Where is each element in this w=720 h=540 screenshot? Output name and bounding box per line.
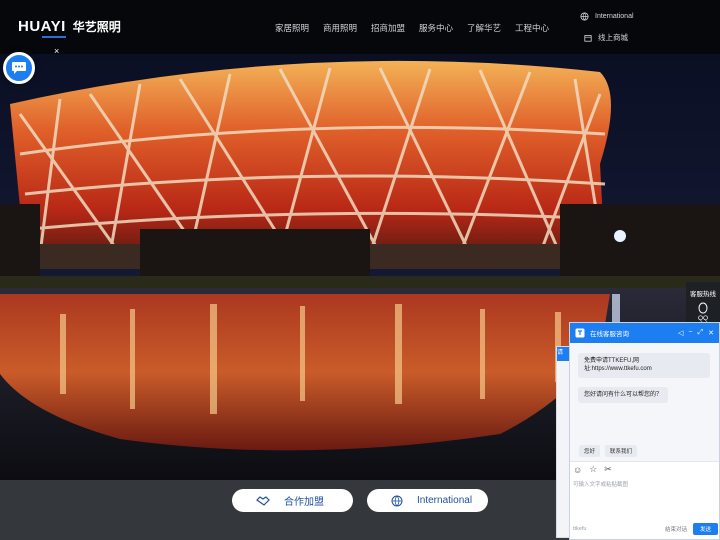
star-icon[interactable]: ☆ <box>589 464 597 475</box>
join-button[interactable]: 合作加盟 <box>232 489 353 512</box>
main-nav: 家居照明 商用照明 招商加盟 服务中心 了解华艺 工程中心 <box>268 22 556 34</box>
close-icon[interactable]: ✕ <box>708 329 714 337</box>
qq-icon <box>698 302 708 314</box>
online-shop-link[interactable]: 线上商城 <box>584 32 628 43</box>
speaker-icon[interactable]: ◁ <box>678 329 683 337</box>
welcome-message: 免费申请TTKEFU,网址:https://www.ttkefu.com <box>578 353 710 378</box>
international-label: International <box>595 13 634 20</box>
floating-chat-button[interactable] <box>3 52 35 84</box>
handshake-icon <box>256 495 270 506</box>
chat-title: 在线客服咨询 <box>590 331 629 338</box>
top-header: HUAYI 华艺照明 家居照明 商用照明 招商加盟 服务中心 了解华艺 工程中心… <box>0 0 720 54</box>
international-link[interactable]: International <box>580 12 634 21</box>
chat-window: 在线客服咨询 ◁ − ⤢ ✕ 免费申请TTKEFU,网址:https://www… <box>569 322 720 540</box>
nav-item-engineering[interactable]: 工程中心 <box>508 22 556 34</box>
greeting-message: 您好请问有什么可以帮您的？ <box>578 387 669 404</box>
scissors-icon[interactable]: ✂ <box>604 464 612 475</box>
quick-reply-hello[interactable]: 您好 <box>579 445 601 457</box>
floating-chat-close[interactable]: × <box>54 46 59 56</box>
chat-logo-icon <box>575 328 585 338</box>
hotline-label: 客服热线 <box>690 291 716 298</box>
chat-input[interactable]: 可输入文字或粘贴截图 <box>570 477 719 519</box>
qq-label: QQ <box>697 315 709 322</box>
chat-messages: 免费申请TTKEFU,网址:https://www.ttkefu.com 您好请… <box>570 343 719 461</box>
emoji-icon[interactable]: ☺ <box>573 465 582 475</box>
brand-logo[interactable]: HUAYI 华艺照明 <box>18 18 121 38</box>
nav-item-home-lighting[interactable]: 家居照明 <box>268 22 316 34</box>
popout-icon[interactable]: ⤢ <box>698 329 704 337</box>
quick-reply-contact[interactable]: 联系我们 <box>605 445 638 457</box>
international-button[interactable]: International <box>367 489 488 512</box>
quick-replies: 您好 联系我们 <box>579 445 638 457</box>
shop-icon <box>584 34 592 42</box>
globe-icon <box>391 495 403 506</box>
chat-window-back: 请 <box>556 346 571 538</box>
end-chat-button[interactable]: 结束对话 <box>665 525 687 533</box>
chat-bubble-icon <box>12 62 26 74</box>
chat-toolbar: ☺ ☆ ✂ <box>570 461 719 477</box>
page: HUAYI 华艺照明 家居照明 商用照明 招商加盟 服务中心 了解华艺 工程中心… <box>0 0 720 540</box>
online-shop-label: 线上商城 <box>598 33 628 42</box>
nav-item-commercial-lighting[interactable]: 商用照明 <box>316 22 364 34</box>
international-label: International <box>417 495 473 506</box>
chat-header: 在线客服咨询 ◁ − ⤢ ✕ <box>570 323 719 343</box>
minimize-icon[interactable]: − <box>688 329 692 337</box>
chat-footer: ttkefu 结束对话 发送 <box>570 519 720 539</box>
chat-header-controls: ◁ − ⤢ ✕ <box>678 329 714 337</box>
chat-brand: ttkefu <box>573 526 587 532</box>
nav-item-about[interactable]: 了解华艺 <box>460 22 508 34</box>
nav-item-franchise[interactable]: 招商加盟 <box>364 22 412 34</box>
logo-chinese-text: 华艺照明 <box>72 20 121 34</box>
side-service-tab[interactable]: 客服热线 QQ <box>686 282 720 326</box>
send-button[interactable]: 发送 <box>692 523 718 535</box>
nav-item-service-center[interactable]: 服务中心 <box>412 22 460 34</box>
logo-latin-text: HUAYI <box>18 18 66 38</box>
globe-icon <box>580 12 589 21</box>
join-label: 合作加盟 <box>284 497 324 508</box>
